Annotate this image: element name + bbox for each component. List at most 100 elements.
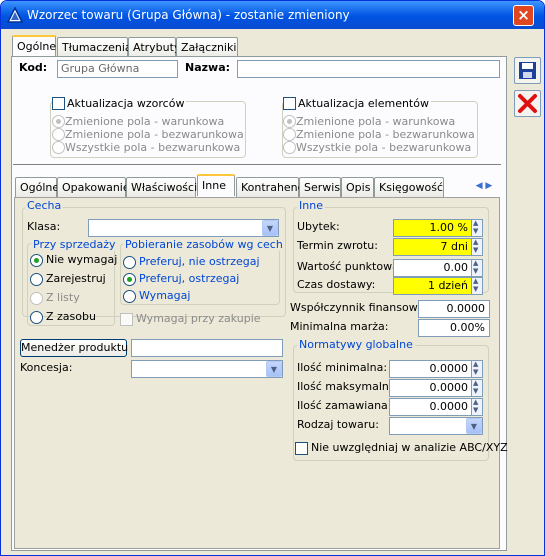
resources-option-3: Wymagaj [139, 289, 191, 302]
inner-tab-ogolne[interactable]: Ogólne [15, 177, 59, 197]
inner-tab-opakowanie[interactable]: Opakowanie [57, 177, 130, 197]
koncesja-field[interactable] [131, 360, 283, 378]
ubytek-spinner[interactable] [471, 219, 483, 237]
inner-tab-ksiegowosc[interactable]: Księgowość [374, 177, 444, 197]
zamawiana-label: Ilość zamawiana: [297, 399, 392, 412]
nazwa-field[interactable] [237, 60, 500, 78]
termin-label: Termin zwrotu: [297, 239, 378, 252]
elements-option-2: Zmienione pola - bezwarunkowa [296, 128, 475, 141]
wartosc-spinner[interactable] [471, 259, 483, 277]
koncesja-dropdown-button[interactable]: ▼ [266, 361, 282, 377]
resources-title: Pobieranie zasobów wg cech [123, 238, 285, 251]
sale-option-4: Z zasobu [46, 310, 96, 323]
marza-label: Minimalna marża: [290, 320, 389, 333]
max-field[interactable]: 0.0000 [389, 379, 483, 397]
tab-scroll-arrows[interactable]: ◀ ▶ [473, 179, 495, 193]
wspolczynnik-label: Współczynnik finansowy: [290, 301, 428, 314]
cecha-title-overlay: Cecha [25, 199, 64, 212]
patterns-option-3: Wszystkie pola - bezwarunkowa [65, 141, 241, 154]
rodzaj-dropdown-button[interactable]: ▼ [466, 418, 482, 434]
wspolczynnik-field[interactable]: 0.0000 [418, 300, 490, 318]
cancel-button[interactable] [514, 90, 541, 117]
sale-radio-nie-wymagaj[interactable] [30, 254, 43, 267]
resources-option-2: Preferuj, ostrzegaj [139, 272, 240, 285]
koncesja-label: Koncesja: [20, 361, 73, 374]
inner-tab-wlasciwosci[interactable]: Właściwości [126, 177, 197, 197]
kod-field[interactable]: Grupa Główna [57, 60, 178, 78]
sale-radio-z-zasobu[interactable] [30, 311, 43, 324]
purchase-checkbox[interactable] [120, 313, 133, 326]
patterns-radio-1[interactable] [52, 115, 65, 128]
close-button[interactable]: × [513, 5, 534, 26]
wartosc-field[interactable]: 0.00 [393, 259, 483, 277]
product-manager-field[interactable] [131, 339, 283, 357]
patterns-radio-2[interactable] [52, 128, 65, 141]
tab-tlumaczenia[interactable]: Tłumaczenia [57, 37, 132, 57]
purchase-label: Wymagaj przy zakupie [136, 312, 261, 325]
normatywy-title: Normatywy globalne [297, 338, 415, 351]
sale-title: Przy sprzedaży [31, 238, 118, 251]
zamawiana-field[interactable]: 0.0000 [389, 398, 483, 416]
inne-tab-panel: Cecha Cecha Klasa: ▼ Przy sprzedaży Nie … [14, 197, 508, 549]
elements-radio-3[interactable] [283, 141, 296, 154]
min-label: Ilość minimalna: [297, 361, 388, 374]
window-title: Wzorzec towaru (Grupa Główna) - zostanie… [27, 8, 350, 22]
max-spinner[interactable] [471, 379, 483, 397]
title-bar[interactable]: Wzorzec towaru (Grupa Główna) - zostanie… [1, 1, 544, 29]
wartosc-label: Wartość punktowa: [297, 260, 403, 273]
main-panel: Kod: Grupa Główna Nazwa: Aktualizacja wz… [11, 56, 508, 551]
czas-field[interactable]: 1 dzień [393, 277, 483, 295]
resources-radio-3[interactable] [123, 290, 136, 303]
update-elements-checkbox[interactable] [283, 97, 296, 110]
sale-option-3: Z listy [46, 291, 80, 304]
kod-label: Kod: [19, 61, 48, 74]
patterns-option-2: Zmienione pola - bezwarunkowa [65, 128, 244, 141]
red-x-icon [518, 94, 537, 113]
termin-spinner[interactable] [471, 238, 483, 256]
sale-option-1: Nie wymagaj [46, 253, 118, 266]
min-field[interactable]: 0.0000 [389, 360, 483, 378]
product-manager-button[interactable]: Menedżer produktu [20, 339, 128, 357]
tab-atrybuty[interactable]: Atrybuty [128, 37, 180, 57]
app-triangle-icon [7, 7, 23, 23]
update-patterns-checkbox[interactable] [52, 97, 65, 110]
patterns-option-1: Zmienione pola - warunkowa [65, 115, 225, 128]
elements-radio-1[interactable] [283, 115, 296, 128]
abc-label: Nie uwzględniaj w analizie ABC/XYZ [311, 441, 508, 454]
max-label: Ilość maksymalna: [297, 380, 400, 393]
update-elements-label: Aktualizacja elementów [296, 97, 431, 110]
inner-tab-serwis[interactable]: Serwis [299, 177, 341, 197]
sale-radio-zarejestruj[interactable] [30, 273, 43, 286]
klasa-label: Klasa: [27, 220, 61, 233]
nazwa-label: Nazwa: [185, 61, 231, 74]
marza-field[interactable]: 0.00% [418, 319, 490, 337]
termin-field[interactable]: 7 dni [393, 238, 483, 256]
tab-ogolne[interactable]: Ogólne [12, 35, 56, 57]
patterns-radio-3[interactable] [52, 141, 65, 154]
floppy-disk-icon [519, 62, 536, 79]
inner-tab-kontrahenci[interactable]: Kontrahenci [236, 177, 307, 197]
elements-option-1: Zmienione pola - warunkowa [296, 115, 456, 128]
inne-title-overlay: Inne [297, 199, 325, 212]
inner-tab-inne[interactable]: Inne [197, 174, 235, 196]
elements-radio-2[interactable] [283, 128, 296, 141]
czas-spinner[interactable] [471, 277, 483, 295]
min-spinner[interactable] [471, 360, 483, 378]
resources-radio-1[interactable] [123, 256, 136, 269]
ubytek-field[interactable]: 1.00 % [393, 219, 483, 237]
elements-option-3: Wszystkie pola - bezwarunkowa [296, 141, 472, 154]
ubytek-label: Ubytek: [297, 220, 340, 233]
klasa-dropdown-button[interactable]: ▼ [262, 220, 278, 236]
sale-radio-z-listy[interactable] [30, 292, 43, 305]
czas-label: Czas dostawy: [297, 278, 376, 291]
dialog-window: Wzorzec towaru (Grupa Główna) - zostanie… [0, 0, 545, 556]
inner-tab-opis[interactable]: Opis [341, 177, 374, 197]
tab-zalaczniki[interactable]: Załączniki [176, 37, 238, 57]
rodzaj-label: Rodzaj towaru: [297, 418, 379, 431]
save-button[interactable] [514, 57, 541, 84]
klasa-field[interactable] [88, 219, 279, 237]
update-patterns-label: Aktualizacja wzorców [65, 97, 187, 110]
resources-radio-2[interactable] [123, 273, 136, 286]
zamawiana-spinner[interactable] [471, 398, 483, 416]
abc-checkbox[interactable] [295, 442, 308, 455]
